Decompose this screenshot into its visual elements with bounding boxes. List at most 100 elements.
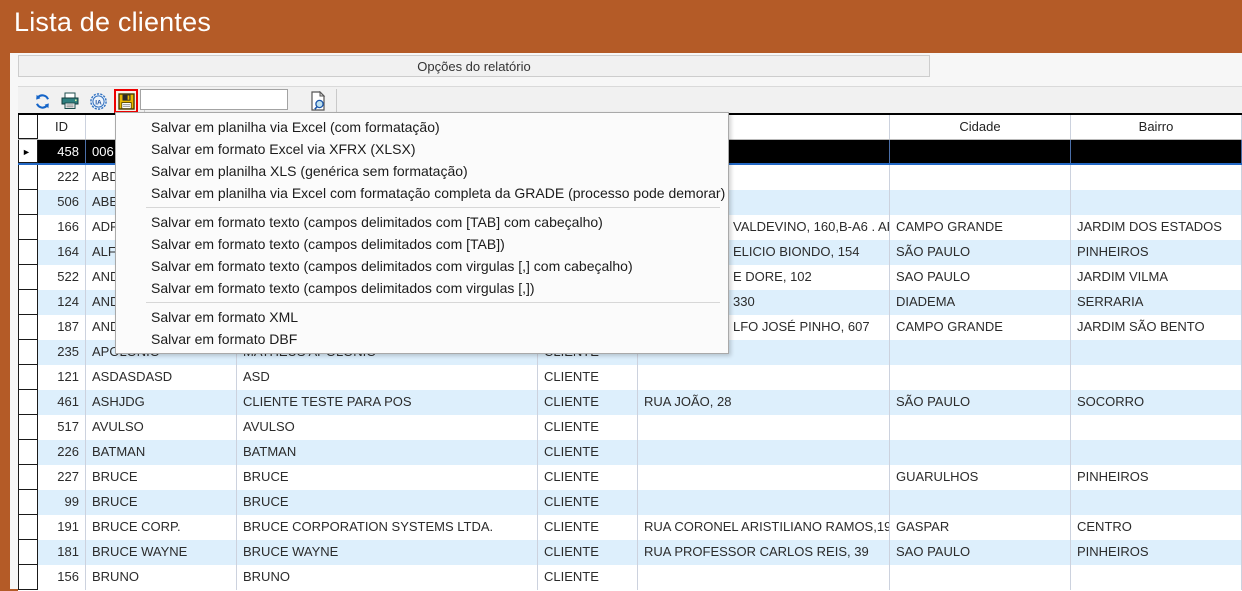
cell-nome[interactable]: BRUNO xyxy=(86,565,237,590)
row-indicator[interactable] xyxy=(18,315,38,340)
row-indicator[interactable] xyxy=(18,440,38,465)
cell-nome[interactable]: BRUCE CORP. xyxy=(86,515,237,540)
cell-bairro[interactable]: SERRARIA xyxy=(1071,290,1242,315)
cell-id[interactable]: 166 xyxy=(38,215,86,240)
row-indicator[interactable] xyxy=(18,515,38,540)
cell-cidade[interactable] xyxy=(890,415,1071,440)
cell-razao[interactable]: AVULSO xyxy=(237,415,538,440)
cell-tipo[interactable]: CLIENTE xyxy=(538,565,638,590)
cell-razao[interactable]: BRUCE xyxy=(237,490,538,515)
cell-nome[interactable]: BRUCE xyxy=(86,490,237,515)
table-row[interactable]: 99BRUCEBRUCECLIENTE xyxy=(18,490,1242,515)
cell-razao[interactable]: BATMAN xyxy=(237,440,538,465)
cell-bairro[interactable] xyxy=(1071,365,1242,390)
cell-cidade[interactable]: SÃO PAULO xyxy=(890,240,1071,265)
cell-bairro[interactable] xyxy=(1071,190,1242,215)
cell-id[interactable]: 227 xyxy=(38,465,86,490)
table-row[interactable]: 121ASDASDASDASDCLIENTE xyxy=(18,365,1242,390)
cell-tipo[interactable]: CLIENTE xyxy=(538,540,638,565)
cell-razao[interactable]: CLIENTE TESTE PARA POS xyxy=(237,390,538,415)
cell-tipo[interactable]: CLIENTE xyxy=(538,415,638,440)
refresh-button[interactable] xyxy=(30,89,54,113)
cell-id[interactable]: 517 xyxy=(38,415,86,440)
menu-item[interactable]: Salvar em formato texto (campos delimita… xyxy=(116,211,728,233)
cell-id[interactable]: 156 xyxy=(38,565,86,590)
row-indicator[interactable] xyxy=(18,490,38,515)
cell-tipo[interactable]: CLIENTE xyxy=(538,440,638,465)
menu-item[interactable]: Salvar em formato Excel via XFRX (XLSX) xyxy=(116,138,728,160)
cell-nome[interactable]: BRUCE WAYNE xyxy=(86,540,237,565)
print-button[interactable] xyxy=(58,89,82,113)
cell-cidade[interactable] xyxy=(890,340,1071,365)
row-indicator[interactable] xyxy=(18,240,38,265)
cell-id[interactable]: 124 xyxy=(38,290,86,315)
cell-endereco[interactable]: RUA JOÃO, 28 xyxy=(638,390,890,415)
cell-endereco[interactable]: RUA PROFESSOR CARLOS REIS, 39 xyxy=(638,540,890,565)
cell-endereco[interactable] xyxy=(638,365,890,390)
print-preview-button[interactable] xyxy=(306,89,330,113)
cell-bairro[interactable] xyxy=(1071,340,1242,365)
cell-bairro[interactable] xyxy=(1071,565,1242,590)
row-indicator[interactable] xyxy=(18,465,38,490)
cell-cidade[interactable]: DIADEMA xyxy=(890,290,1071,315)
row-indicator[interactable] xyxy=(18,540,38,565)
cell-endereco[interactable] xyxy=(638,490,890,515)
ia-badge-button[interactable]: IA xyxy=(86,89,110,113)
cell-id[interactable]: 99 xyxy=(38,490,86,515)
row-indicator[interactable] xyxy=(18,415,38,440)
cell-bairro[interactable]: JARDIM VILMA xyxy=(1071,265,1242,290)
menu-item[interactable]: Salvar em formato texto (campos delimita… xyxy=(116,233,728,255)
cell-cidade[interactable]: SAO PAULO xyxy=(890,540,1071,565)
cell-tipo[interactable]: CLIENTE xyxy=(538,365,638,390)
row-indicator[interactable] xyxy=(18,390,38,415)
cell-cidade[interactable]: GASPAR xyxy=(890,515,1071,540)
cell-razao[interactable]: BRUCE CORPORATION SYSTEMS LTDA. xyxy=(237,515,538,540)
cell-bairro[interactable] xyxy=(1071,490,1242,515)
cell-tipo[interactable]: CLIENTE xyxy=(538,490,638,515)
cell-id[interactable]: 187 xyxy=(38,315,86,340)
row-indicator[interactable] xyxy=(18,265,38,290)
table-row[interactable]: 226BATMANBATMANCLIENTE xyxy=(18,440,1242,465)
cell-bairro[interactable] xyxy=(1071,165,1242,190)
table-row[interactable]: 227BRUCEBRUCECLIENTEGUARULHOSPINHEIROS xyxy=(18,465,1242,490)
cell-endereco[interactable] xyxy=(638,565,890,590)
cell-bairro[interactable]: JARDIM DOS ESTADOS xyxy=(1071,215,1242,240)
cell-id[interactable]: 191 xyxy=(38,515,86,540)
menu-item[interactable]: Salvar em formato DBF xyxy=(116,328,728,350)
cell-nome[interactable]: ASHJDG xyxy=(86,390,237,415)
cell-id[interactable]: 222 xyxy=(38,165,86,190)
menu-item[interactable]: Salvar em formato texto (campos delimita… xyxy=(116,255,728,277)
cell-bairro[interactable]: PINHEIROS xyxy=(1071,540,1242,565)
cell-cidade[interactable]: CAMPO GRANDE xyxy=(890,315,1071,340)
cell-bairro[interactable]: JARDIM SÃO BENTO xyxy=(1071,315,1242,340)
cell-bairro[interactable] xyxy=(1071,440,1242,465)
save-button[interactable] xyxy=(114,89,138,113)
cell-nome[interactable]: ASDASDASD xyxy=(86,365,237,390)
table-row[interactable]: 191BRUCE CORP.BRUCE CORPORATION SYSTEMS … xyxy=(18,515,1242,540)
row-indicator[interactable] xyxy=(18,190,38,215)
cell-id[interactable]: 461 xyxy=(38,390,86,415)
cell-cidade[interactable] xyxy=(890,140,1071,163)
cell-cidade[interactable] xyxy=(890,440,1071,465)
menu-item[interactable]: Salvar em planilha via Excel com formata… xyxy=(116,182,728,204)
cell-cidade[interactable] xyxy=(890,565,1071,590)
cell-cidade[interactable] xyxy=(890,190,1071,215)
cell-id[interactable]: 235 xyxy=(38,340,86,365)
cell-id[interactable]: 164 xyxy=(38,240,86,265)
cell-bairro[interactable]: PINHEIROS xyxy=(1071,465,1242,490)
cell-endereco[interactable] xyxy=(638,415,890,440)
cell-cidade[interactable]: CAMPO GRANDE xyxy=(890,215,1071,240)
cell-razao[interactable]: BRUCE WAYNE xyxy=(237,540,538,565)
row-indicator[interactable]: ► xyxy=(18,140,38,163)
cell-nome[interactable]: BATMAN xyxy=(86,440,237,465)
cell-cidade[interactable]: SÃO PAULO xyxy=(890,390,1071,415)
cell-nome[interactable]: BRUCE xyxy=(86,465,237,490)
tab-opcoes-do-relatorio[interactable]: Opções do relatório xyxy=(18,55,930,77)
cell-id[interactable]: 506 xyxy=(38,190,86,215)
table-row[interactable]: 181BRUCE WAYNEBRUCE WAYNECLIENTERUA PROF… xyxy=(18,540,1242,565)
menu-item[interactable]: Salvar em planilha XLS (genérica sem for… xyxy=(116,160,728,182)
cell-bairro[interactable]: SOCORRO xyxy=(1071,390,1242,415)
column-header-id[interactable]: ID xyxy=(38,115,86,139)
cell-endereco[interactable]: RUA CORONEL ARISTILIANO RAMOS,190- xyxy=(638,515,890,540)
cell-tipo[interactable]: CLIENTE xyxy=(538,390,638,415)
